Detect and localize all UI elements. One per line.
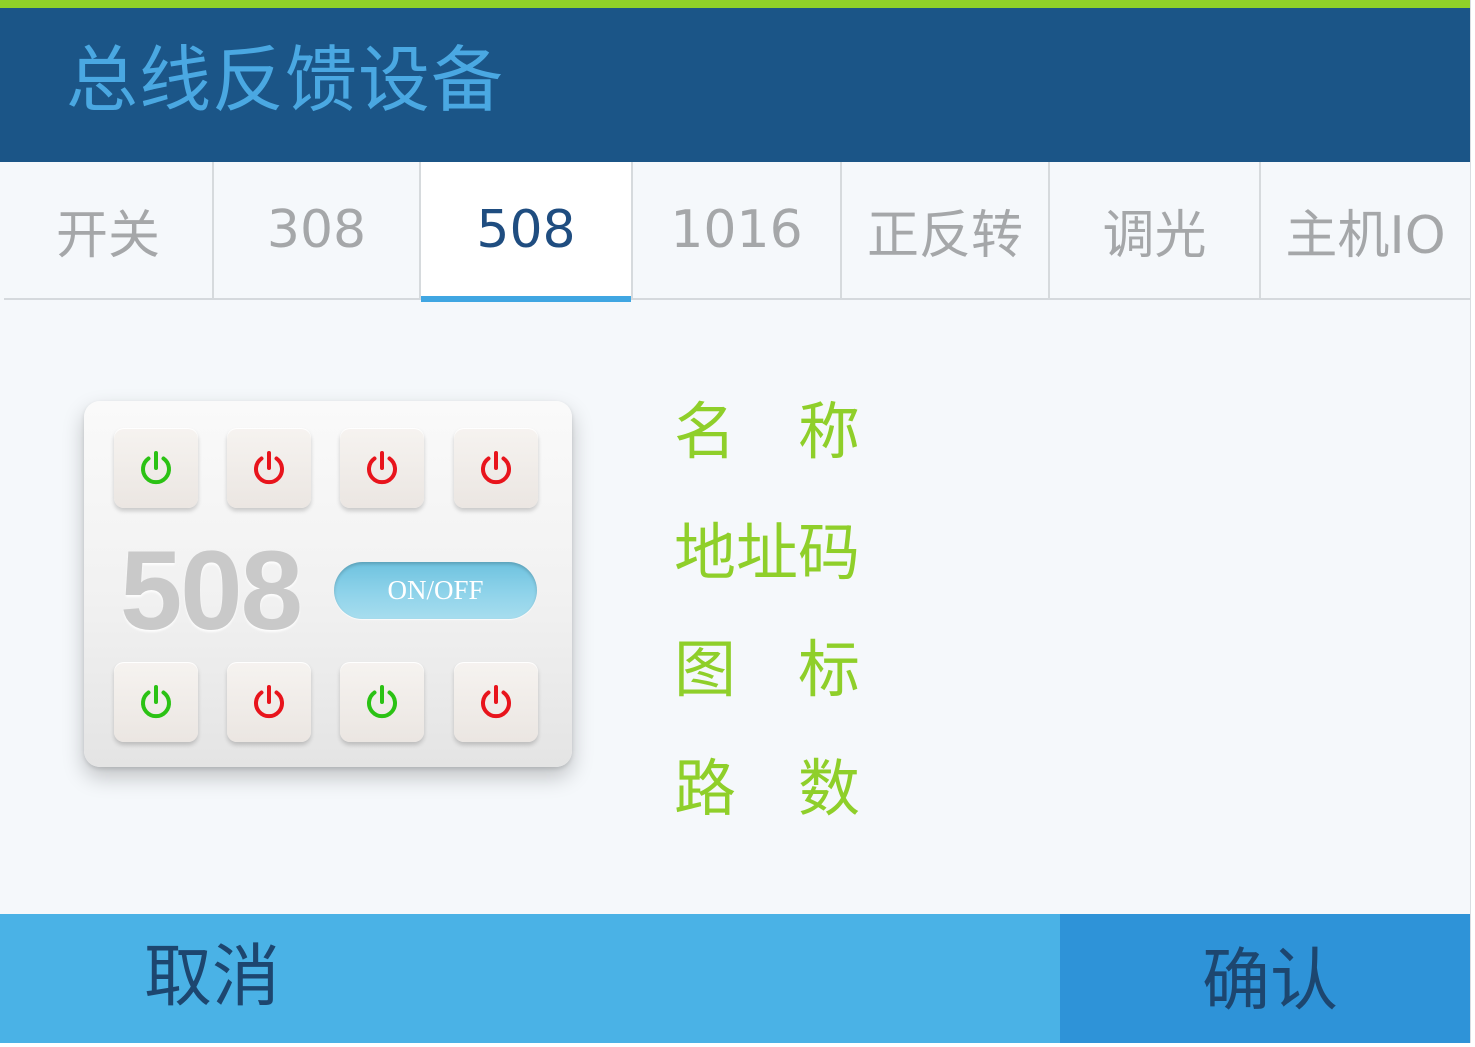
tab-label: 开关 (55, 205, 160, 266)
channel-power-button-top-2[interactable] (227, 428, 311, 508)
title-bar: 总线反馈设备 (0, 8, 1470, 162)
channel-power-button-top-1[interactable] (114, 428, 198, 508)
power-icon (481, 451, 511, 485)
tab-label: 1016 (670, 200, 803, 260)
on-off-button[interactable]: ON/OFF (334, 562, 537, 619)
channel-power-button-top-3[interactable] (340, 428, 424, 508)
device-model-number: 508 (120, 528, 303, 653)
tab-label: 调光 (1102, 205, 1207, 266)
tab-308[interactable]: 308 (214, 162, 421, 298)
power-icon (141, 451, 171, 485)
device-config-screen: 总线反馈设备 开关 308 508 1016 正反转 调光 主机IO 508 O… (0, 0, 1471, 1043)
name-label: 名 称 (674, 395, 861, 468)
tab-host-io[interactable]: 主机IO (1261, 162, 1470, 298)
tab-label: 508 (476, 200, 576, 260)
power-icon (367, 451, 397, 485)
confirm-label: 确认 (1202, 942, 1339, 1021)
icon-label: 图 标 (674, 633, 861, 706)
power-icon (254, 451, 284, 485)
tab-label: 主机IO (1285, 205, 1446, 266)
channel-power-button-bottom-4[interactable] (454, 662, 538, 742)
cancel-button[interactable]: 取消 (0, 914, 1060, 1043)
channel-power-button-bottom-3[interactable] (340, 662, 424, 742)
tab-forward-reverse[interactable]: 正反转 (842, 162, 1050, 298)
address-code-label: 地址码 (674, 516, 861, 589)
page-title: 总线反馈设备 (66, 38, 505, 122)
power-icon (481, 685, 511, 719)
power-icon (367, 685, 397, 719)
cancel-label: 取消 (144, 938, 281, 1017)
device-preview-508: 508 ON/OFF (84, 401, 572, 767)
tab-label: 正反转 (866, 205, 1023, 266)
channel-count-label: 路 数 (674, 752, 861, 825)
confirm-button[interactable]: 确认 (1060, 914, 1470, 1043)
power-icon (254, 685, 284, 719)
tab-switch[interactable]: 开关 (4, 162, 214, 298)
channel-power-button-bottom-1[interactable] (114, 662, 198, 742)
top-accent-bar (0, 0, 1470, 8)
channel-power-button-top-4[interactable] (454, 428, 538, 508)
tab-508[interactable]: 508 (421, 162, 633, 302)
bottom-action-bar: 取消 确认 (0, 914, 1470, 1043)
on-off-label: ON/OFF (387, 575, 484, 605)
channel-power-button-bottom-2[interactable] (227, 662, 311, 742)
tab-label: 308 (266, 200, 367, 260)
tab-1016[interactable]: 1016 (633, 162, 842, 298)
power-icon (141, 685, 171, 719)
tab-dimming[interactable]: 调光 (1050, 162, 1261, 298)
device-type-tabs: 开关 308 508 1016 正反转 调光 主机IO (4, 162, 1470, 302)
